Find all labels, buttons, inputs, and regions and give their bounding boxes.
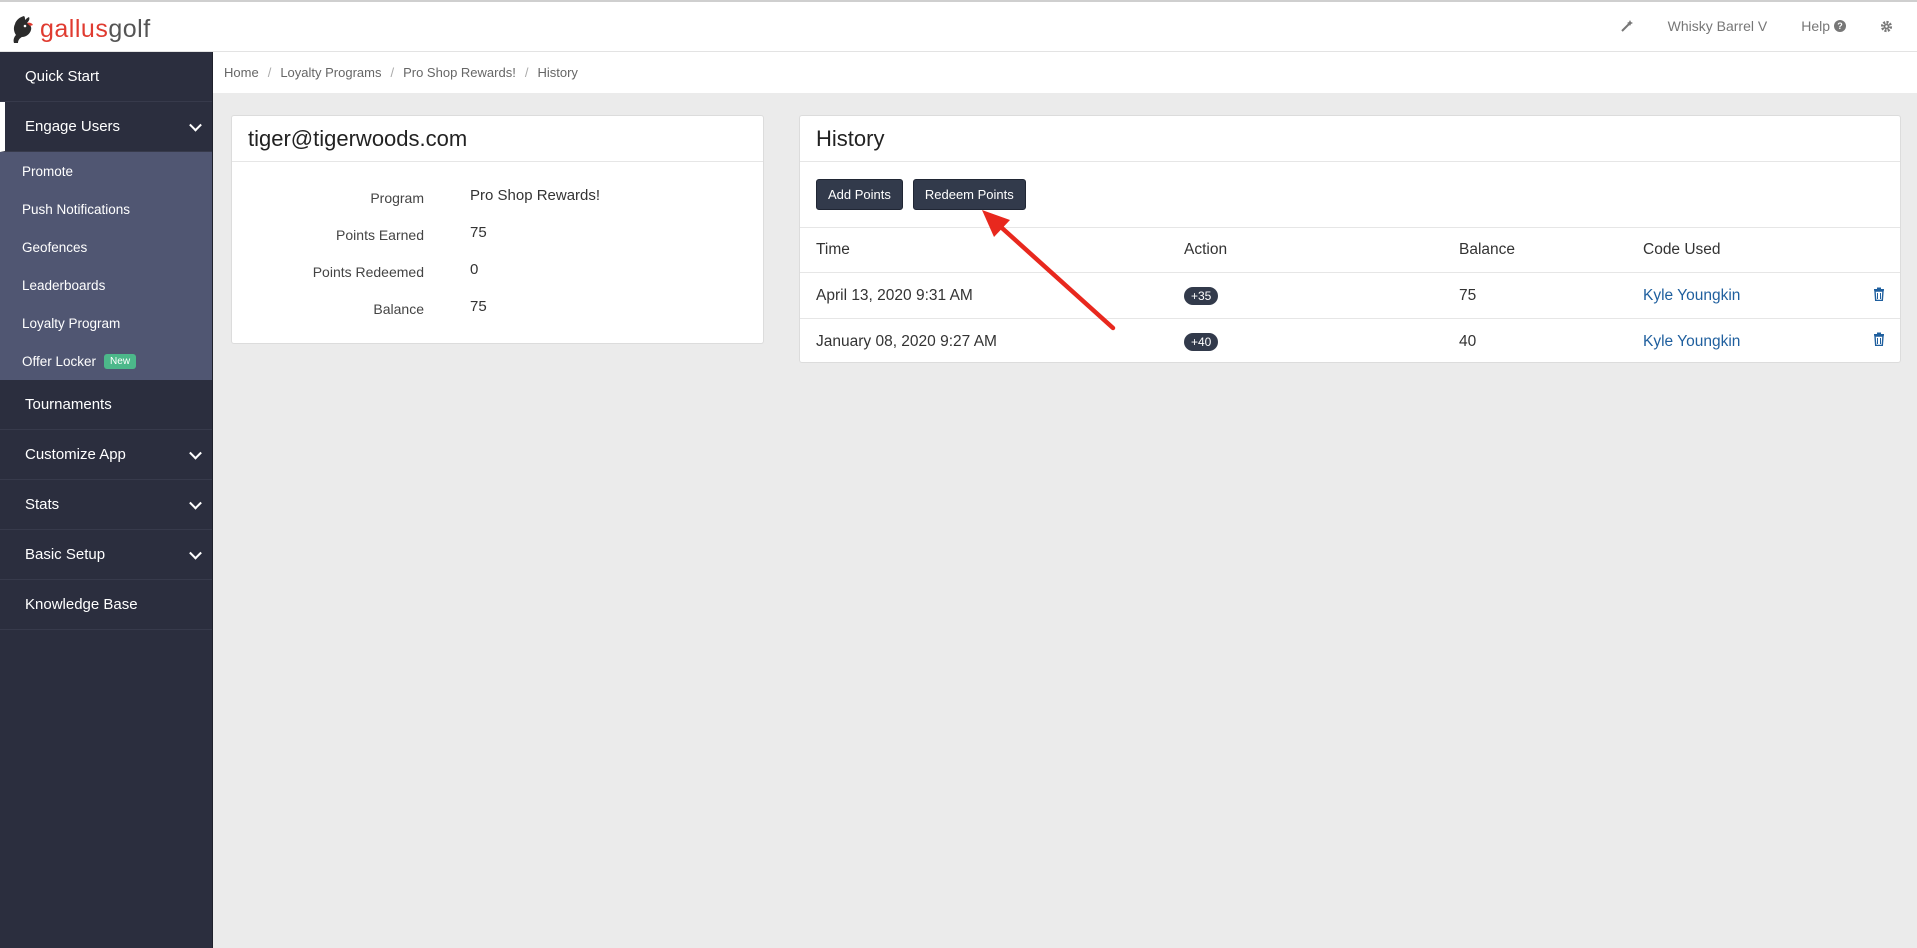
nav-label: Leaderboards [22,277,106,293]
add-points-button[interactable]: Add Points [816,179,903,210]
delete-button[interactable] [1873,287,1885,306]
info-row-program: Program Pro Shop Rewards! [232,187,763,217]
trash-icon [1874,287,1884,301]
rooster-logo-icon [13,16,33,43]
nav-label: Customize App [25,446,126,463]
nav-label: Quick Start [25,68,100,85]
nav-label: Tournaments [25,396,112,413]
points-pill: +35 [1184,287,1219,305]
info-row-balance: Balance 75 [232,298,763,328]
table-row: January 08, 2020 9:27 AM +40 40 Kyle You… [800,319,1900,364]
table-row: April 13, 2020 9:31 AM +35 75 Kyle Young… [800,274,1900,319]
nav-label: Geofences [22,239,88,255]
help-menu[interactable]: Help ? [1801,18,1846,34]
nav-knowledge-base[interactable]: Knowledge Base [0,580,212,630]
nav-label: Basic Setup [25,546,106,563]
breadcrumb-separator: / [524,65,529,80]
magic-wand-icon [1620,20,1633,32]
nav-push-notifications[interactable]: Push Notifications [0,190,212,228]
course-selector[interactable]: Whisky Barrel V [1668,18,1768,34]
nav-engage-users[interactable]: Engage Users [0,102,212,152]
gear-icon [1880,20,1893,32]
column-header-balance: Balance [1459,241,1516,258]
info-value: 75 [470,224,487,241]
user-info-panel: tiger@tigerwoods.com Program Pro Shop Re… [231,115,764,344]
nav-label: Engage Users [25,118,121,135]
nav-geofences[interactable]: Geofences [0,228,212,266]
column-header-action: Action [1184,241,1228,258]
breadcrumb-separator: / [390,65,395,80]
row-code-link[interactable]: Kyle Youngkin [1643,333,1740,351]
row-time: April 13, 2020 9:31 AM [816,287,973,304]
info-row-points-earned: Points Earned 75 [232,224,763,254]
history-actions: Add Points Redeem Points [800,162,1900,228]
nav-promote[interactable]: Promote [0,152,212,190]
row-time: January 08, 2020 9:27 AM [816,332,997,350]
help-label: Help [1801,18,1830,34]
sidebar: Quick Start Engage Users Promote Push No… [0,52,213,948]
chevron-down-icon [189,118,202,132]
nav-offer-locker[interactable]: Offer Locker New [0,342,212,380]
info-label: Points Earned [336,227,424,243]
info-label: Program [370,190,424,206]
chevron-down-icon [189,496,202,510]
top-bar: gallusgolf Whisky Barrel V Help ? [0,0,1917,52]
nav-customize-app[interactable]: Customize App [0,430,212,480]
nav-label: Stats [25,496,60,513]
nav-label: Loyalty Program [22,315,121,331]
row-action: +40 [1184,332,1219,351]
nav-tournaments[interactable]: Tournaments [0,380,212,430]
breadcrumb-separator: / [267,65,272,80]
row-balance: 75 [1459,287,1477,304]
nav-label: Push Notifications [22,201,131,217]
history-heading: History [800,116,1900,162]
new-badge: New [104,353,137,369]
nav-label: Knowledge Base [25,596,138,613]
nav-label: Offer Locker [22,353,97,369]
row-code-link[interactable]: Kyle Youngkin [1643,287,1740,305]
info-label: Balance [373,301,424,317]
trash-icon [1874,332,1884,347]
delete-button[interactable] [1873,332,1885,351]
brand-name: gallusgolf [40,14,151,43]
breadcrumb-loyalty-programs[interactable]: Loyalty Programs [280,65,381,80]
nav-label: Promote [22,163,74,179]
chevron-down-icon [189,546,202,560]
nav-loyalty-program[interactable]: Loyalty Program [0,304,212,342]
nav-stats[interactable]: Stats [0,480,212,530]
info-value: 0 [470,261,479,278]
info-row-points-redeemed: Points Redeemed 0 [232,261,763,291]
row-action: +35 [1184,287,1219,305]
redeem-points-button[interactable]: Redeem Points [912,179,1026,210]
column-header-code-used: Code Used [1643,241,1721,258]
engage-users-submenu: Promote Push Notifications Geofences Lea… [0,152,212,380]
nav-leaderboards[interactable]: Leaderboards [0,266,212,304]
chevron-down-icon [189,446,202,460]
brand-logo[interactable]: gallusgolf [10,12,151,46]
breadcrumb-home[interactable]: Home [224,65,259,80]
info-value: Pro Shop Rewards! [470,187,601,204]
info-label: Points Redeemed [312,264,424,280]
settings-button[interactable] [1880,20,1893,33]
points-pill: +40 [1184,332,1219,351]
breadcrumb-current: History [537,65,578,80]
column-header-time: Time [816,241,850,258]
nav-basic-setup[interactable]: Basic Setup [0,530,212,580]
row-balance: 40 [1459,332,1477,350]
nav-quick-start[interactable]: Quick Start [0,52,212,102]
history-panel: History Add Points Redeem Points Time Ac… [799,115,1901,363]
breadcrumb: Home / Loyalty Programs / Pro Shop Rewar… [213,52,1917,93]
user-email-heading: tiger@tigerwoods.com [232,116,763,162]
table-header: Time Action Balance Code Used [800,228,1900,273]
course-name: Whisky Barrel V [1667,18,1768,34]
magic-wand-button[interactable] [1620,19,1634,33]
question-circle-icon: ? [1834,20,1846,32]
breadcrumb-program[interactable]: Pro Shop Rewards! [403,65,516,80]
info-value: 75 [470,298,487,315]
